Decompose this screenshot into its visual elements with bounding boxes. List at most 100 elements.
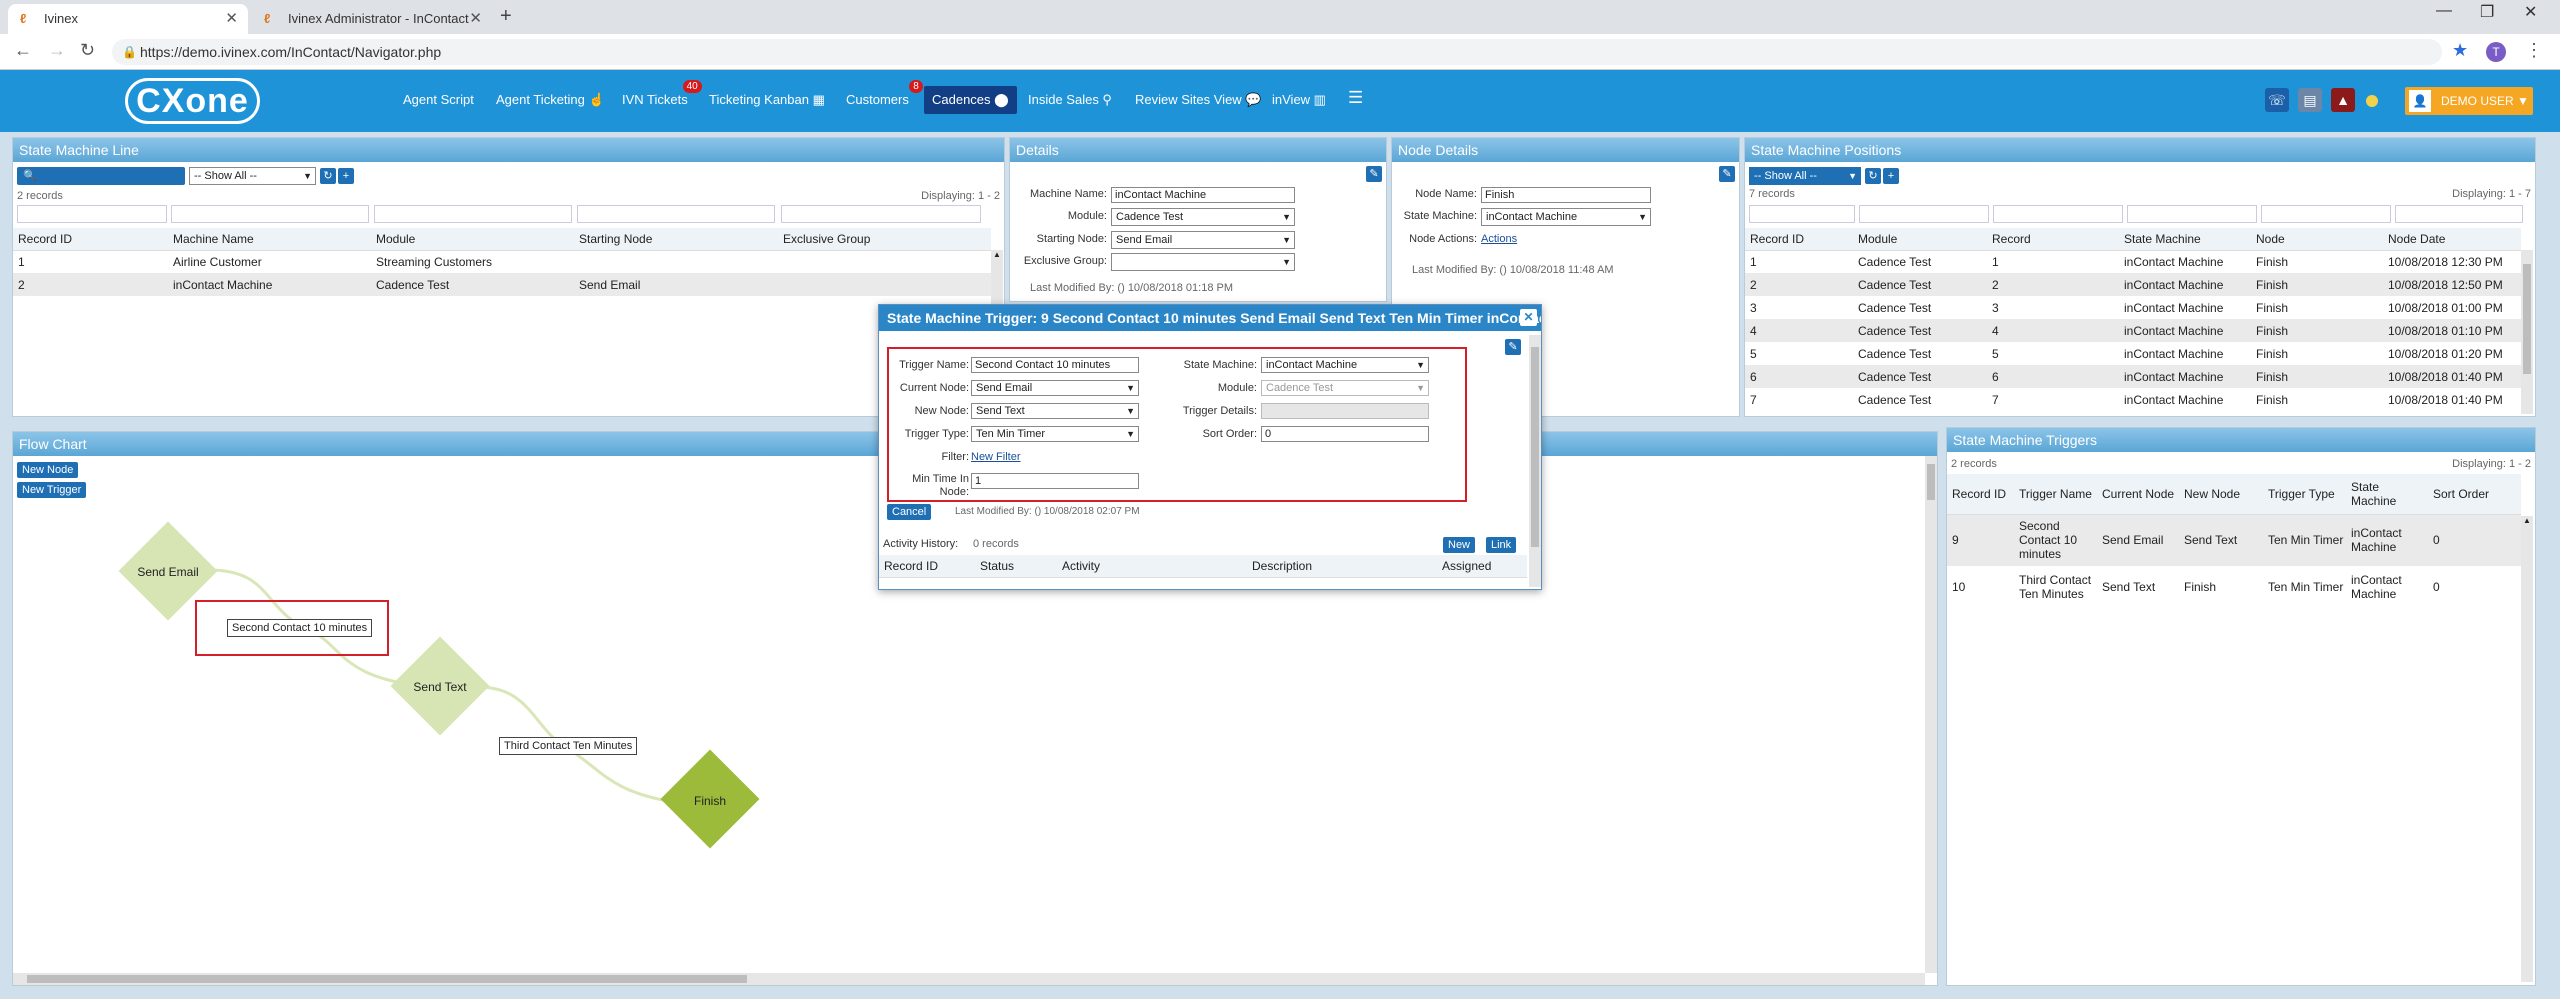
vertical-scrollbar[interactable] [1925, 456, 1937, 973]
column-header[interactable]: Module [371, 228, 574, 251]
min-time-input[interactable]: 1 [971, 473, 1139, 489]
refresh-icon[interactable]: ↻ [320, 168, 336, 184]
column-header[interactable]: Assigned [1437, 555, 1527, 578]
column-header[interactable]: Node [2251, 228, 2383, 251]
add-icon[interactable]: + [338, 168, 354, 184]
node-name-input[interactable]: Finish [1481, 187, 1651, 203]
column-header[interactable]: State Machine [2346, 474, 2428, 515]
exclusive-group-select[interactable]: ▼ [1111, 253, 1295, 271]
column-header[interactable]: Record ID [1947, 474, 2014, 515]
nav-ticketing-kanban[interactable]: Ticketing Kanban ▦ [709, 92, 825, 108]
column-header[interactable]: Activity [1057, 555, 1247, 578]
scroll-thumb[interactable] [2523, 264, 2531, 374]
hamburger-menu-icon[interactable]: ☰ [1348, 88, 1363, 108]
column-header[interactable]: Record ID [13, 228, 168, 251]
bookmark-star-icon[interactable]: ★ [2452, 40, 2468, 61]
new-node-select[interactable]: Send Text ▼ [971, 403, 1139, 419]
scroll-thumb[interactable] [1531, 347, 1539, 547]
trigger-label-third-contact[interactable]: Third Contact Ten Minutes [499, 737, 638, 755]
column-header[interactable]: Starting Node [574, 228, 778, 251]
forward-icon[interactable]: → [48, 40, 66, 61]
chat-icon[interactable]: ▤ [2298, 88, 2322, 112]
trigger-type-select[interactable]: Ten Min Timer ▼ [971, 426, 1139, 442]
minimize-icon[interactable]: — [2436, 2, 2452, 20]
column-header[interactable]: Machine Name [168, 228, 371, 251]
table-row[interactable]: 7 Cadence Test 7 inContact Machine Finish 10/… [1745, 388, 2521, 411]
scrollbar[interactable]: ▲ [2521, 516, 2533, 982]
alert-icon[interactable]: ▲ [2331, 88, 2355, 112]
add-icon[interactable]: + [1883, 168, 1899, 184]
nav-inside-sales[interactable]: Inside Sales ⚲ [1028, 92, 1112, 108]
scroll-thumb[interactable] [1927, 464, 1935, 500]
scroll-up-icon[interactable]: ▲ [2523, 516, 2531, 525]
nav-review-sites-view[interactable]: Review Sites View 💬 [1135, 92, 1262, 108]
dialog-scrollbar[interactable] [1529, 335, 1541, 587]
reload-icon[interactable]: ↻ [80, 40, 95, 61]
close-icon[interactable]: ✕ [469, 4, 482, 34]
column-header[interactable]: New Node [2179, 474, 2263, 515]
column-header[interactable]: State Machine [2119, 228, 2251, 251]
wrench-icon[interactable]: ✎ [1719, 166, 1735, 182]
column-header[interactable]: Sort Order [2428, 474, 2521, 515]
scroll-thumb[interactable] [27, 975, 747, 983]
column-header[interactable]: Trigger Name [2014, 474, 2097, 515]
table-row[interactable]: 3 Cadence Test 3 inContact Machine Finish 10/… [1745, 296, 2521, 319]
starting-node-select[interactable]: Send Email ▼ [1111, 231, 1295, 249]
horizontal-scrollbar[interactable] [13, 973, 1925, 985]
nav-ivn-tickets[interactable]: IVN Tickets 40 [622, 80, 702, 107]
current-node-select[interactable]: Send Email ▼ [971, 380, 1139, 396]
column-header[interactable]: Record [1987, 228, 2119, 251]
filter-input[interactable] [374, 205, 572, 223]
nav-agent-script[interactable]: Agent Script [403, 92, 474, 107]
column-header[interactable]: Node Date [2383, 228, 2521, 251]
cancel-button[interactable]: Cancel [887, 504, 932, 520]
node-actions-link[interactable]: Actions [1481, 233, 1517, 245]
column-header[interactable]: Module [1853, 228, 1987, 251]
column-header[interactable]: Trigger Type [2263, 474, 2346, 515]
table-row[interactable]: 1 Airline Customer Streaming Customers [13, 250, 991, 273]
trigger-label-second-contact[interactable]: Second Contact 10 minutes [227, 619, 373, 637]
close-icon[interactable]: ✕ [225, 4, 238, 34]
cxone-logo[interactable]: CXone [125, 78, 260, 124]
table-row[interactable]: 10 Third Contact Ten Minutes Send Text F… [1947, 566, 2521, 608]
wrench-icon[interactable]: ✎ [1366, 166, 1382, 182]
phone-icon[interactable]: ☏ [2265, 88, 2289, 112]
back-icon[interactable]: ← [14, 40, 32, 61]
filter-input[interactable] [1859, 205, 1989, 223]
trigger-name-input[interactable]: Second Contact 10 minutes [971, 357, 1139, 373]
table-row[interactable]: 9 Second Contact 10 minutes Send Email S… [1947, 514, 2521, 566]
column-header[interactable]: Record ID [879, 555, 975, 578]
scroll-up-icon[interactable]: ▲ [993, 250, 1001, 259]
profile-avatar[interactable]: T [2486, 42, 2506, 62]
table-row[interactable]: 1 Cadence Test 1 inContact Machine Finish 10/… [1745, 250, 2521, 273]
address-bar[interactable]: 🔒 https://demo.ivinex.com/InContact/Navi… [112, 39, 2442, 65]
filter-input[interactable] [1993, 205, 2123, 223]
show-all-select[interactable]: -- Show All -- ▼ [189, 167, 316, 185]
filter-input[interactable] [2127, 205, 2257, 223]
column-header[interactable]: Record ID [1745, 228, 1853, 251]
table-row[interactable]: 2 Cadence Test 2 inContact Machine Finish 10/… [1745, 273, 2521, 296]
column-header[interactable]: Exclusive Group [778, 228, 991, 251]
filter-input[interactable] [781, 205, 981, 223]
nav-cadences[interactable]: Cadences ⬤ [924, 86, 1017, 114]
browser-tab-admin[interactable]: ℓ Ivinex Administrator - InContact ✕ [252, 4, 492, 34]
refresh-icon[interactable]: ↻ [1865, 168, 1881, 184]
table-row[interactable]: 5 Cadence Test 5 inContact Machine Finish 10/… [1745, 342, 2521, 365]
browser-menu-icon[interactable]: ⋮ [2525, 40, 2543, 61]
show-all-select[interactable]: -- Show All -- ▼ [1749, 167, 1861, 185]
column-header[interactable]: Description [1247, 555, 1437, 578]
user-menu-button[interactable]: 👤 DEMO USER ▼ [2405, 87, 2533, 115]
table-row[interactable]: 4 Cadence Test 4 inContact Machine Finish 10/… [1745, 319, 2521, 342]
table-row[interactable]: 2 inContact Machine Cadence Test Send Em… [13, 273, 991, 296]
scrollbar[interactable] [2521, 250, 2533, 414]
nav-agent-ticketing[interactable]: Agent Ticketing ☝ [496, 92, 605, 108]
filter-input[interactable] [2395, 205, 2523, 223]
filter-input[interactable] [1749, 205, 1855, 223]
filter-input[interactable] [577, 205, 775, 223]
filter-input[interactable] [2261, 205, 2391, 223]
link-activity-button[interactable]: Link [1486, 537, 1517, 553]
sort-order-input[interactable]: 0 [1261, 426, 1429, 442]
nav-inview[interactable]: inView ▥ [1272, 92, 1326, 108]
new-filter-link[interactable]: New Filter [971, 451, 1021, 463]
window-close-icon[interactable]: ✕ [2524, 2, 2537, 22]
